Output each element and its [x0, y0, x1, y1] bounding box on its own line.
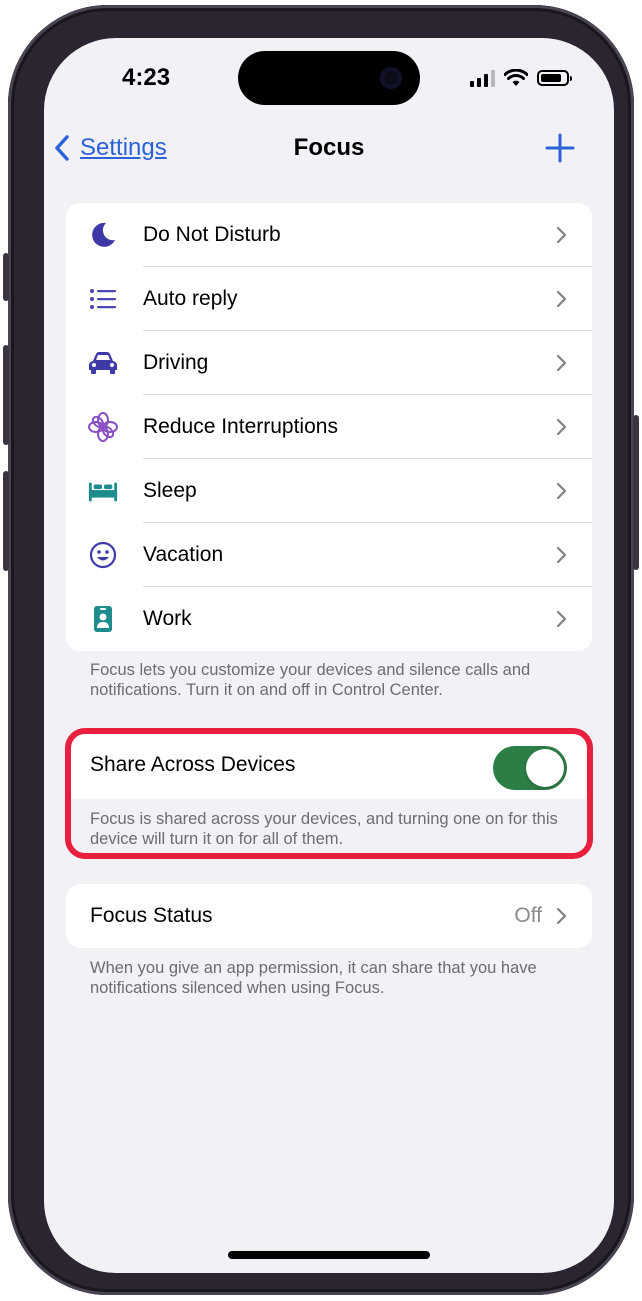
highlight-annotation	[65, 728, 593, 859]
focus-modes-footnote: Focus lets you customize your devices an…	[90, 661, 531, 699]
list-icon	[88, 285, 118, 313]
focus-status-row[interactable]: Focus Status Off	[66, 884, 592, 948]
home-indicator	[228, 1251, 430, 1259]
screen: 4:23 Settings Focus Do Not Disturb Auto …	[44, 38, 614, 1273]
action-button	[3, 253, 9, 301]
mode-label: Vacation	[143, 543, 224, 566]
chevron-right-icon	[556, 354, 567, 372]
badge-icon	[88, 605, 118, 633]
focus-mode-driving[interactable]: Driving	[66, 331, 592, 395]
focus-mode-work[interactable]: Work	[66, 587, 592, 651]
bed-icon	[88, 477, 118, 505]
add-icon[interactable]	[544, 132, 576, 164]
car-icon	[88, 349, 118, 377]
page-title: Focus	[293, 134, 365, 161]
chevron-right-icon	[556, 907, 567, 925]
focus-modes-list: Do Not Disturb Auto reply Driving Reduce…	[66, 203, 592, 651]
focus-mode-sleep[interactable]: Sleep	[66, 459, 592, 523]
focus-mode-auto-reply[interactable]: Auto reply	[66, 267, 592, 331]
wifi-icon	[504, 69, 528, 86]
chevron-right-icon	[556, 418, 567, 436]
mode-label: Driving	[143, 351, 209, 374]
flower-icon	[88, 412, 118, 442]
focus-status-footnote: When you give an app permission, it can …	[90, 959, 537, 997]
navigation-bar: Settings Focus	[44, 126, 614, 170]
dynamic-island	[238, 51, 420, 105]
power-button	[633, 415, 639, 570]
chevron-right-icon	[556, 482, 567, 500]
smiley-icon	[88, 541, 118, 569]
focus-status-value: Off	[514, 904, 542, 927]
status-time: 4:23	[122, 64, 171, 91]
status-icons	[470, 69, 572, 87]
mode-label: Work	[143, 607, 192, 630]
phone-frame: 4:23 Settings Focus Do Not Disturb Auto …	[3, 5, 639, 1295]
cellular-signal-icon	[470, 69, 495, 87]
volume-down-button	[3, 471, 9, 571]
battery-icon	[537, 70, 572, 86]
front-camera	[380, 67, 402, 89]
chevron-right-icon	[556, 226, 567, 244]
mode-label: Do Not Disturb	[143, 223, 281, 246]
focus-status-label: Focus Status	[90, 904, 213, 927]
focus-mode-reduce-interruptions[interactable]: Reduce Interruptions	[66, 395, 592, 459]
moon-icon	[88, 221, 118, 249]
chevron-right-icon	[556, 546, 567, 564]
chevron-right-icon	[556, 610, 567, 628]
focus-mode-do-not-disturb[interactable]: Do Not Disturb	[66, 203, 592, 267]
volume-up-button	[3, 345, 9, 445]
mode-label: Sleep	[143, 479, 197, 502]
chevron-right-icon	[556, 290, 567, 308]
focus-status-group: Focus Status Off	[66, 884, 592, 948]
focus-mode-vacation[interactable]: Vacation	[66, 523, 592, 587]
mode-label: Auto reply	[143, 287, 238, 310]
mode-label: Reduce Interruptions	[143, 415, 338, 438]
